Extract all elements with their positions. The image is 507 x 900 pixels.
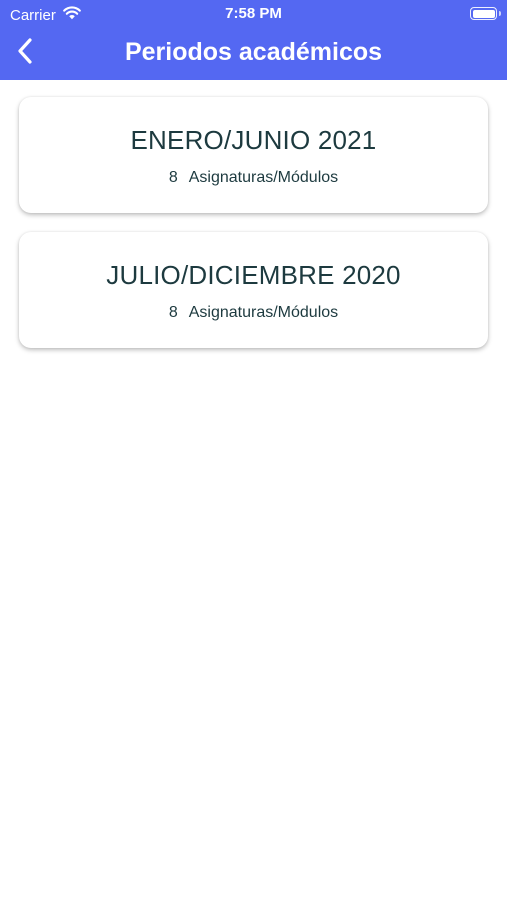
subject-count: 8 xyxy=(168,169,178,186)
subject-count: 8 xyxy=(168,304,178,321)
app-screen: Carrier 7:58 PM Periodos académicos ENER… xyxy=(0,0,507,900)
navigation-bar: Periodos académicos xyxy=(0,28,507,80)
period-subjects: 8 Asignaturas/Módulos xyxy=(19,169,488,187)
subject-unit: Asignaturas/Módulos xyxy=(188,304,339,321)
status-bar: Carrier 7:58 PM xyxy=(0,0,507,28)
page-title: Periodos académicos xyxy=(124,38,383,66)
period-name: ENERO/JUNIO 2021 xyxy=(130,125,377,155)
status-time: 7:58 PM xyxy=(225,5,282,22)
header: Carrier 7:58 PM Periodos académicos xyxy=(0,0,507,80)
period-subjects: 8 Asignaturas/Módulos xyxy=(19,304,488,322)
subject-unit: Asignaturas/Módulos xyxy=(188,169,339,186)
period-card[interactable]: ENERO/JUNIO 2021 8 Asignaturas/Módulos xyxy=(19,97,488,213)
battery-icon xyxy=(470,7,501,20)
period-name: JULIO/DICIEMBRE 2020 xyxy=(106,260,401,290)
periods-list: ENERO/JUNIO 2021 8 Asignaturas/Módulos J… xyxy=(0,80,507,367)
period-card[interactable]: JULIO/DICIEMBRE 2020 8 Asignaturas/Módul… xyxy=(19,232,488,348)
